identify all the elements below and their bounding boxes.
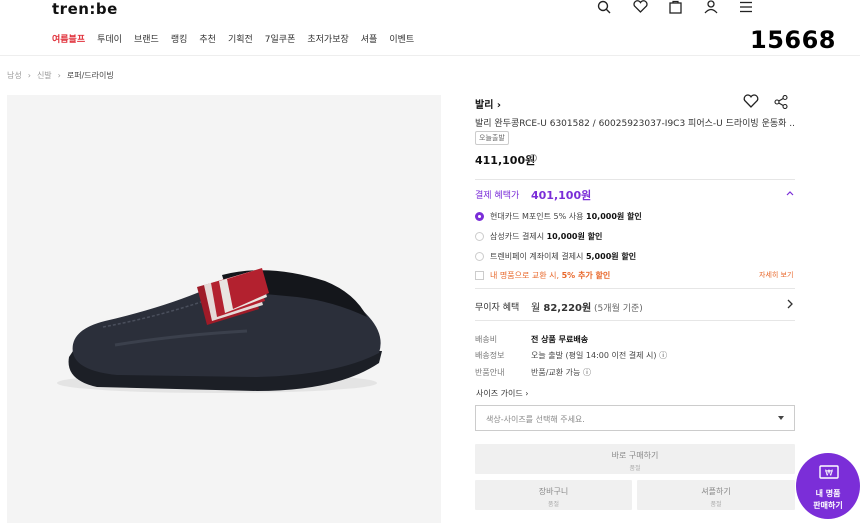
shipping-row: 반품안내 반품/교환 가능 ⓘ (475, 367, 591, 378)
checkbox[interactable] (475, 271, 484, 280)
shipping-row: 배송정보 오늘 출발 (평일 14:00 이전 결제 시) ⓘ (475, 350, 667, 361)
breadcrumb: 남성 › 신발 › 로퍼/드라이빙 (7, 70, 114, 81)
benefit-option[interactable]: 삼성카드 결제시 10,000원 할인 (475, 231, 602, 242)
benefit-label: 결제 혜택가 (475, 191, 520, 201)
bag-icon[interactable] (669, 0, 682, 14)
shipping-key: 반품안내 (475, 368, 505, 377)
button-label: 바로 구매하기 (611, 451, 659, 460)
installment-value: 월 82,220원 (5개월 기준) (531, 303, 643, 314)
caret-down-icon (778, 416, 784, 420)
fab-label: 판매하기 (813, 501, 843, 510)
buy-now-button[interactable]: 바로 구매하기 품절 (475, 444, 795, 474)
overlay-number: 15668 (750, 26, 836, 54)
price-info-icon[interactable] (529, 154, 537, 162)
fab-label: 내 명품 (815, 489, 841, 498)
sell-my-luxury-fab[interactable]: ₩ 내 명품 판매하기 (796, 453, 860, 519)
installment-label: 무이자 혜택 (475, 303, 520, 313)
nav-item[interactable]: 초저가보장 (307, 32, 348, 45)
loafer-shoe-image (57, 268, 383, 393)
divider (475, 179, 795, 180)
benefit-option-text: 현대카드 M포인트 5% 사용 10,000원 할인 (490, 212, 642, 221)
divider (475, 320, 795, 321)
button-sublabel: 품절 (547, 501, 560, 508)
nav-item[interactable]: 셔플 (361, 32, 378, 45)
menu-icon[interactable] (739, 1, 753, 13)
benefit-option-text: 삼성카드 결제시 10,000원 할인 (490, 232, 603, 241)
button-sublabel: 품절 (710, 501, 722, 508)
benefit-price: 401,100원 (531, 189, 592, 202)
shipping-value: 오늘 출발 (평일 14:00 이전 결제 시) ⓘ (531, 351, 668, 360)
divider (475, 288, 795, 289)
chevron-up-icon[interactable] (786, 190, 794, 196)
size-guide-link[interactable]: 사이즈 가이드 › (476, 388, 528, 399)
delivery-badge: 오늘출발 (475, 131, 509, 145)
radio-selected[interactable] (475, 212, 484, 221)
benefit-option[interactable]: 트렌비페이 계좌이체 결제시 5,000원 할인 (475, 251, 636, 262)
benefit-option[interactable]: 현대카드 M포인트 5% 사용 10,000원 할인 (475, 211, 642, 222)
brand-link[interactable]: 발리 › (475, 96, 501, 111)
nav-item[interactable]: 추천 (199, 32, 216, 45)
nav-item[interactable]: 여름블프 (52, 32, 85, 45)
shipping-key: 배송비 (475, 335, 498, 344)
breadcrumb-item[interactable]: 남성 (7, 70, 22, 81)
wallet-icon: ₩ (819, 465, 839, 479)
nav-item[interactable]: 이벤트 (389, 32, 414, 45)
exchange-discount-option[interactable]: 내 명품으로 교환 시, 5% 추가 할인 (475, 270, 610, 281)
shipping-row: 배송비 전 상품 무료배송 (475, 334, 588, 345)
shipping-value: 반품/교환 가능 ⓘ (531, 368, 591, 377)
product-name: 발리 완두콩RCE-U 6301582 / 60025923037-I9C3 피… (475, 119, 795, 129)
product-image[interactable] (7, 95, 441, 523)
nav-item[interactable]: 브랜드 (134, 32, 159, 45)
nav-item[interactable]: 기획전 (228, 32, 253, 45)
svg-text:₩: ₩ (825, 469, 833, 478)
main-nav: 여름블프 투데이 브랜드 랭킹 추천 기획전 7일쿠폰 초저가보장 셔플 이벤트 (52, 32, 426, 45)
shipping-key: 배송정보 (475, 351, 505, 360)
nav-item[interactable]: 7일쿠폰 (265, 32, 296, 45)
search-icon[interactable] (597, 0, 611, 14)
wishlist-heart-icon[interactable] (743, 94, 759, 108)
info-icon[interactable]: ⓘ (583, 368, 591, 377)
exchange-discount-text: 내 명품으로 교환 시, 5% 추가 할인 (490, 271, 611, 280)
breadcrumb-item[interactable]: 로퍼/드라이빙 (67, 70, 114, 81)
button-sublabel: 품절 (629, 465, 641, 472)
benefit-option-text: 트렌비페이 계좌이체 결제시 5,000원 할인 (490, 252, 637, 261)
radio[interactable] (475, 252, 484, 261)
info-icon[interactable]: ⓘ (659, 351, 667, 360)
cart-button[interactable]: 장바구니 품절 (475, 480, 632, 510)
user-icon[interactable] (704, 0, 718, 14)
breadcrumb-item[interactable]: 신발 (37, 70, 52, 81)
shipping-value: 전 상품 무료배송 (531, 335, 589, 344)
chevron-right-icon: › (57, 71, 61, 80)
nav-item[interactable]: 투데이 (97, 32, 122, 45)
button-label: 장바구니 (538, 487, 569, 496)
chevron-right-icon[interactable] (787, 299, 793, 309)
shuffle-button[interactable]: 셔플하기 품절 (637, 480, 795, 510)
share-icon[interactable] (774, 95, 788, 109)
logo[interactable]: tren:be (52, 0, 118, 18)
detail-link[interactable]: 자세히 보기 (759, 270, 793, 280)
button-label: 셔플하기 (701, 487, 731, 496)
heart-icon[interactable] (633, 0, 648, 13)
chevron-right-icon: › (27, 71, 31, 80)
header-divider (0, 55, 860, 56)
radio[interactable] (475, 232, 484, 241)
nav-item[interactable]: 랭킹 (171, 32, 188, 45)
product-price: 411,100원 (475, 154, 536, 167)
option-select[interactable]: 색상-사이즈를 선택해 주세요. (475, 405, 795, 431)
